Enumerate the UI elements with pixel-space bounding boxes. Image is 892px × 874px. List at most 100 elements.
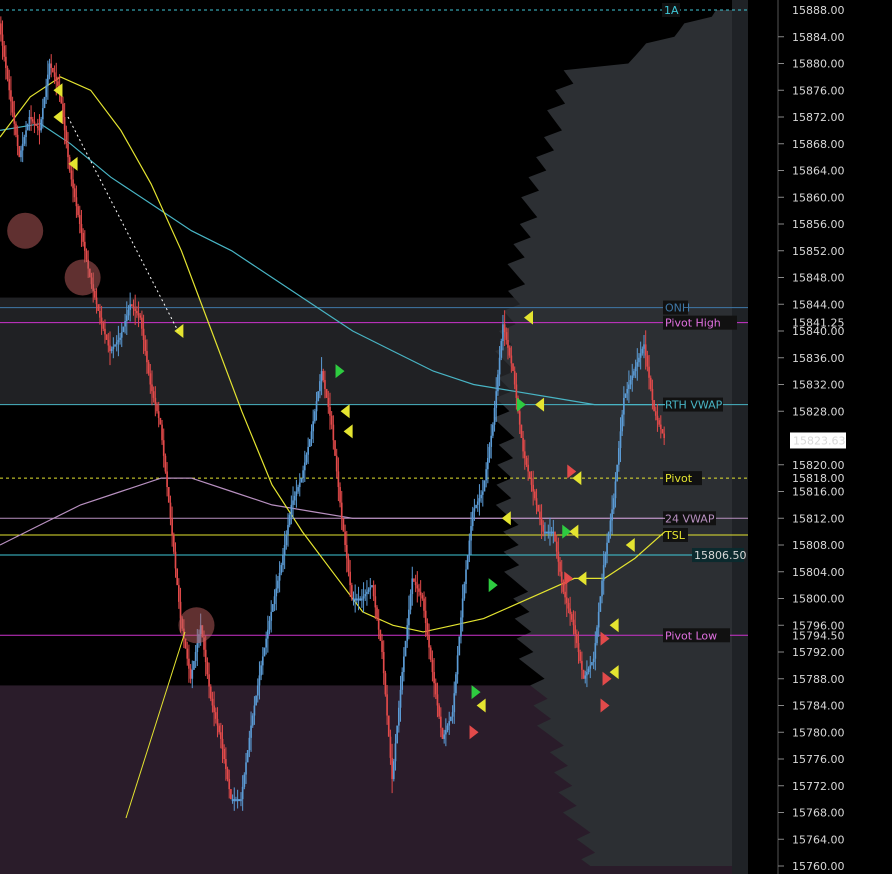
price-bar [599,596,602,612]
price-bar [446,725,449,731]
price-bar [329,406,331,416]
price-bar [629,380,632,385]
price-bar [120,332,123,338]
level-label-onh: ONH [665,302,690,315]
price-bar [189,668,192,679]
y-tick-label: 15852.00 [792,245,845,258]
price-bar [512,363,514,372]
price-bar [307,446,309,455]
price-bar [344,531,346,545]
price-bar [327,397,330,407]
price-bar [646,355,649,367]
price-bar [230,789,232,800]
price-bar [23,137,26,144]
y-tick-label: 15840.00 [792,325,845,338]
price-bar [282,555,284,566]
price-bar [570,614,573,620]
chart-root: 1A 15888.00 ONH Pivot High 15841.25 RTH VWAP P… [0,0,892,874]
y-tick-label: 15768.00 [792,807,845,820]
price-bar [15,123,17,135]
price-bar [70,170,73,180]
price-bar [555,541,558,552]
price-bar [48,63,51,75]
price-bar [340,502,343,519]
price-bar [428,635,430,648]
price-bar [94,290,96,298]
price-bar [322,371,325,381]
price-bar [5,56,7,68]
price-bar [335,455,338,472]
price-bar [33,121,36,124]
y-tick-label: 15796.00 [792,619,845,632]
price-bar [16,134,19,146]
price-bar [513,371,516,385]
price-bar [436,694,439,706]
price-bar [127,309,130,316]
price-bar [231,799,234,802]
y-tick-label: 15800.00 [792,593,845,606]
price-bar [456,655,459,675]
price-bar [441,727,444,739]
price-bar [298,482,301,488]
price-bar [6,67,9,80]
y-tick-label: 15872.00 [792,111,845,124]
price-bar [225,759,227,770]
price-bar [354,598,357,601]
price-bar [43,96,46,109]
price-bar [540,518,543,525]
price-bar [653,400,655,412]
price-bar [594,643,597,659]
price-bar [582,669,585,679]
price-bar [186,648,189,659]
price-bar [349,571,351,586]
price-bar [611,509,613,521]
price-bar [429,647,432,660]
price-bar [166,471,168,488]
price-bar [216,718,219,726]
swing-circle [178,607,215,644]
price-bar [288,514,291,525]
price-bar [604,553,607,566]
price-bar [413,578,415,582]
price-bar [567,602,570,609]
profile-edge [732,0,748,874]
price-bar [206,662,209,675]
price-bar [547,531,550,534]
price-bar [401,672,404,690]
price-bar [314,411,316,422]
price-bar [1,34,4,46]
price-bar [399,689,402,708]
price-bar [367,589,370,592]
price-bar [527,464,529,472]
swing-circle [64,259,101,296]
price-bar [466,555,469,570]
price-bar [41,108,44,120]
price-bar [253,705,256,716]
price-bar [8,79,11,91]
price-bar [221,738,224,749]
price-bar [448,721,451,726]
price-bar [366,591,368,595]
price-bar [342,518,345,532]
price-bar [624,393,627,398]
price-bar [330,415,333,425]
price-bar [305,454,308,463]
price-bar [633,371,635,376]
price-bar [162,440,165,456]
price-bar [586,672,588,676]
price-bar [204,649,207,663]
price-bar [63,117,66,131]
price-label-level: 15806.50 [694,549,747,562]
price-bar [147,362,150,374]
price-bar [270,611,273,621]
price-bar [176,568,179,586]
price-bar [381,640,383,652]
price-bar [492,424,494,436]
price-bar [105,334,108,340]
price-bar [50,63,53,68]
y-tick-label: 15792.00 [792,646,845,659]
price-bar [178,585,180,602]
price-bar [238,799,241,802]
price-bar [619,431,622,449]
price-bar [352,598,355,601]
